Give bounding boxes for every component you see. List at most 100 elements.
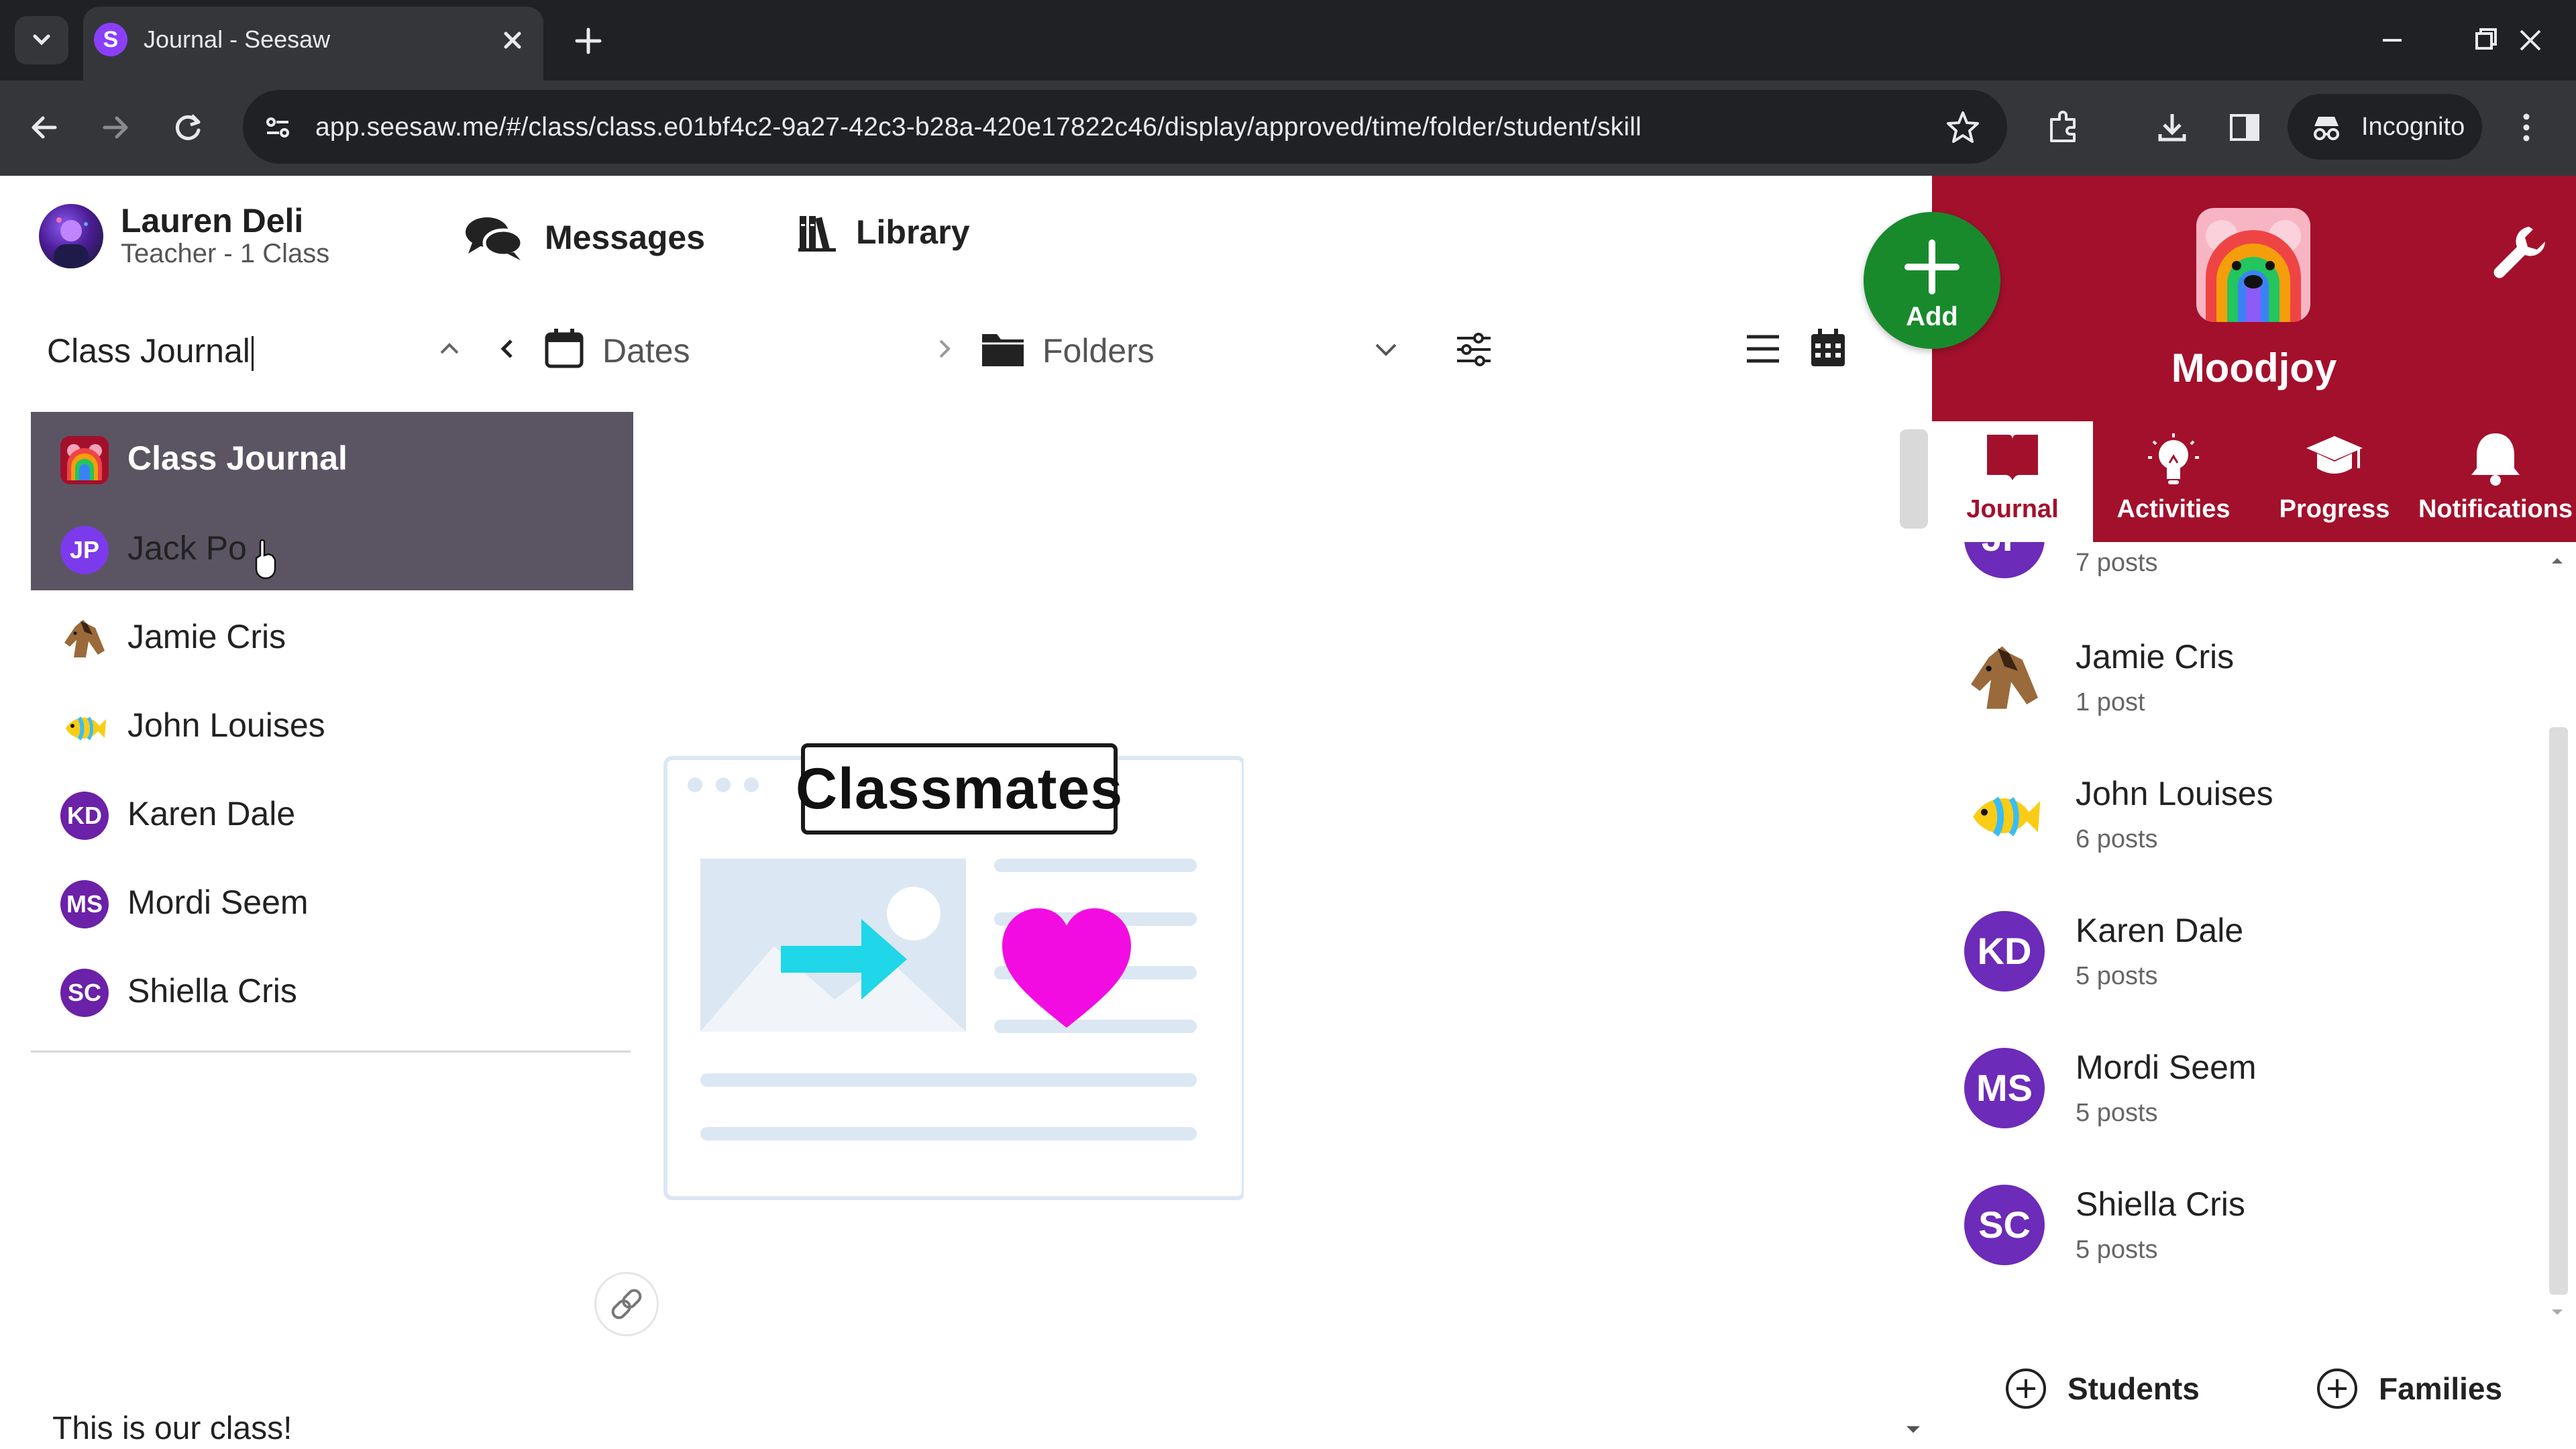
student-initials-avatar: JP (60, 526, 109, 574)
student-avatar: SC (1964, 1185, 2045, 1265)
books-icon (798, 216, 836, 252)
rainbow-bear-icon (60, 436, 109, 484)
list-view-icon[interactable] (1744, 331, 1782, 370)
dropdown-divider (31, 1051, 631, 1053)
student-name: John Louises (2076, 775, 2273, 812)
add-families-button[interactable]: Families (2316, 1367, 2502, 1410)
dropdown-item-label: Mordi Seem (127, 883, 309, 921)
close-window-icon[interactable] (2510, 20, 2551, 60)
student-row-jamie-cris[interactable]: Jamie Cris 1 post (1932, 621, 2536, 758)
chevron-up-icon[interactable] (432, 331, 467, 370)
incognito-icon (2308, 109, 2345, 150)
student-row-jp[interactable]: JP 7 posts (1932, 542, 2536, 619)
student-initials-avatar: KD (60, 792, 109, 840)
student-row-shiella-cris[interactable]: SC Shiella Cris 5 posts (1932, 1169, 2536, 1305)
user-role: Teacher - 1 Class (121, 239, 330, 268)
filter-sliders-icon[interactable] (1453, 329, 1495, 374)
app-root: S Journal - Seesaw app.seesaw.me/#/class… (0, 0, 2576, 1449)
forward-icon[interactable] (95, 107, 136, 148)
folders-filter[interactable]: Folders (1042, 331, 1155, 370)
student-avatar: JP (1964, 542, 2045, 578)
tab-activities[interactable]: Activities (2093, 421, 2254, 542)
dropdown-item-label: John Louises (127, 706, 325, 744)
extensions-icon[interactable] (2043, 107, 2084, 151)
classmates-title: Classmates (795, 756, 1124, 821)
plus-circle-icon (2317, 1368, 2357, 1409)
main-scrollbar-thumb[interactable] (1900, 429, 1928, 529)
library-button[interactable]: Library (798, 212, 970, 252)
bookmark-star-icon[interactable] (1943, 107, 1983, 151)
tab-journal[interactable]: Journal (1932, 421, 2093, 542)
student-post-count: 5 posts (2076, 962, 2158, 990)
back-icon[interactable] (24, 107, 64, 148)
dropdown-item-jamie-cris[interactable]: Jamie Cris (31, 590, 633, 679)
graduation-cap-icon (2306, 436, 2363, 474)
browser-menu-icon[interactable] (2513, 107, 2540, 151)
student-post-count: 7 posts (2076, 549, 2158, 577)
close-tab-icon[interactable] (496, 24, 529, 56)
wrench-settings-icon[interactable] (2489, 221, 2549, 282)
student-initials-avatar: SC (60, 969, 109, 1017)
book-icon (1987, 435, 2038, 480)
tab-label: Journal (1966, 495, 2059, 523)
user-avatar[interactable] (39, 204, 103, 268)
student-initials-avatar: MS (60, 880, 109, 928)
tab-search-button[interactable] (15, 16, 68, 64)
class-select-value: Class Journal (47, 332, 250, 370)
user-name[interactable]: Lauren Deli (121, 201, 303, 240)
download-icon[interactable] (2152, 107, 2192, 151)
dropdown-item-label: Jack Po (127, 529, 247, 567)
moodjoy-class-logo[interactable] (2196, 208, 2310, 322)
url-text[interactable]: app.seesaw.me/#/class/class.e01bf4c2-9a2… (315, 113, 1642, 142)
horse-icon (64, 620, 105, 657)
caption-expand-icon[interactable] (1900, 1415, 1927, 1446)
new-tab-icon[interactable] (570, 23, 606, 59)
restore-icon[interactable] (2466, 20, 2506, 60)
add-students-button[interactable]: Students (2004, 1367, 2200, 1410)
student-row-mordi-seem[interactable]: MS Mordi Seem 5 posts (1932, 1032, 2536, 1169)
copy-link-button[interactable] (594, 1272, 659, 1336)
tab-label: Progress (2279, 495, 2390, 523)
class-select-input[interactable]: Class Journal (47, 331, 254, 371)
dropdown-item-label: Shiella Cris (127, 972, 297, 1010)
add-label: Add (1906, 302, 1958, 331)
class-name[interactable]: Moodjoy (1932, 345, 2576, 391)
dropdown-item-class-journal[interactable]: Class Journal (31, 412, 633, 500)
lightbulb-icon (2148, 433, 2199, 484)
student-avatar: KD (1964, 911, 2045, 991)
reload-icon[interactable] (168, 107, 208, 148)
student-row-john-louises[interactable]: John Louises 6 posts (1932, 758, 2536, 895)
seesaw-favicon-icon: S (94, 23, 127, 56)
previous-date-icon[interactable] (490, 331, 525, 370)
classmates-banner: Classmates (796, 743, 1122, 835)
tab-label: Activities (2116, 495, 2231, 523)
dropdown-item-jack-po[interactable]: JP Jack Po (31, 502, 633, 590)
next-date-icon[interactable] (928, 333, 961, 368)
incognito-label: Incognito (2361, 113, 2465, 141)
dropdown-item-mordi-seem[interactable]: MS Mordi Seem (31, 856, 633, 945)
student-row-karen-dale[interactable]: KD Karen Dale 5 posts (1932, 895, 2536, 1032)
calendar-view-icon[interactable] (1809, 329, 1847, 372)
horse-icon (1971, 646, 2038, 709)
dropdown-item-shiella-cris[interactable]: SC Shiella Cris (31, 945, 633, 1033)
tab-title: Journal - Seesaw (144, 25, 331, 53)
student-avatar: MS (1964, 1048, 2045, 1128)
tab-progress[interactable]: Progress (2254, 421, 2415, 542)
side-panel-icon[interactable] (2224, 107, 2265, 151)
scroll-down-icon[interactable] (2546, 1301, 2568, 1326)
minimize-icon[interactable] (2372, 20, 2412, 60)
site-info-icon[interactable] (258, 107, 298, 148)
tab-notifications[interactable]: Notifications (2415, 421, 2576, 542)
chat-bubbles-icon (466, 217, 524, 260)
chevron-down-icon[interactable] (1368, 331, 1403, 370)
dropdown-item-karen-dale[interactable]: KD Karen Dale (31, 767, 633, 856)
student-list-scrollbar[interactable] (2549, 727, 2568, 1295)
dates-filter[interactable]: Dates (602, 331, 690, 370)
scroll-up-icon[interactable] (2546, 550, 2568, 575)
dropdown-item-label: Jamie Cris (127, 618, 286, 655)
library-label: Library (856, 213, 970, 251)
class-caption: This is our class! (52, 1411, 292, 1446)
dropdown-item-john-louises[interactable]: John Louises (31, 679, 633, 767)
messages-button[interactable]: Messages (463, 212, 705, 263)
plus-icon (1904, 239, 1960, 294)
